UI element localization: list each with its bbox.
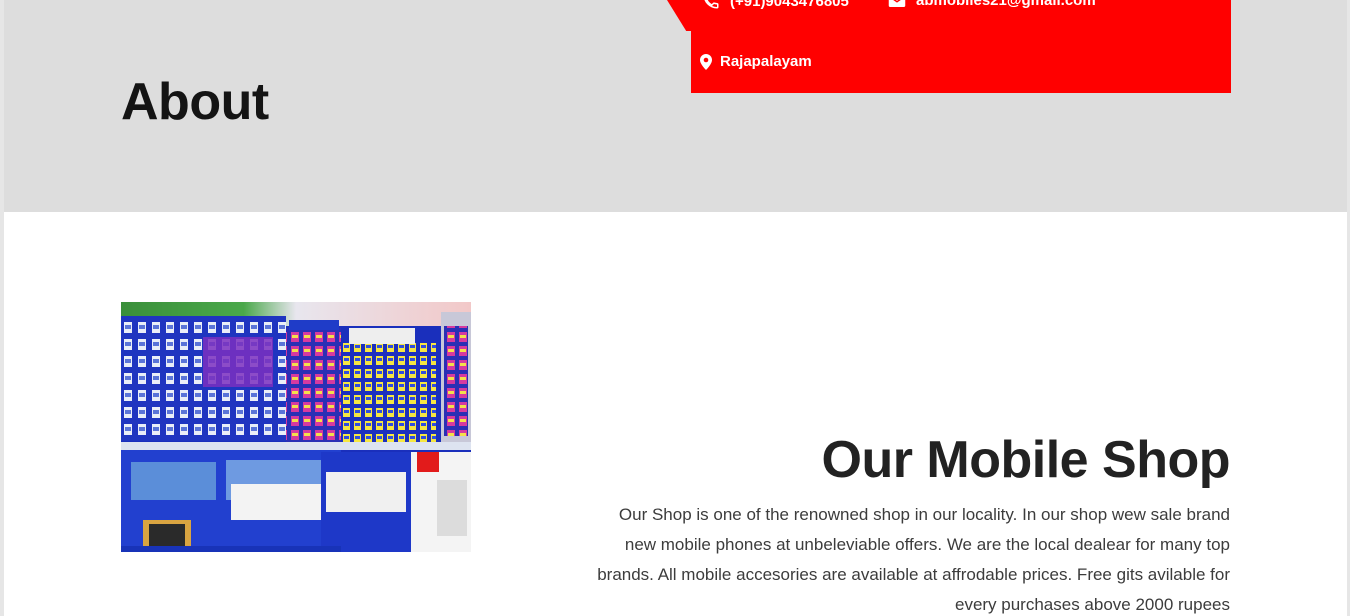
section-description: Our Shop is one of the renowned shop in … bbox=[597, 505, 1230, 614]
page: About (+91)9043476805 abmobiles21@gmail.… bbox=[0, 0, 1350, 616]
contact-info-bar bbox=[691, 0, 1231, 93]
shop-photo-illustration bbox=[121, 302, 471, 552]
contact-location-text: Rajapalayam bbox=[720, 53, 812, 70]
page-title: About bbox=[121, 73, 269, 131]
shop-photo bbox=[121, 302, 471, 552]
contact-email-link[interactable]: abmobiles21@gmail.com bbox=[888, 0, 1096, 9]
section-title: Our Mobile Shop bbox=[821, 431, 1231, 489]
envelope-icon bbox=[888, 0, 906, 9]
map-pin-icon bbox=[700, 53, 712, 70]
contact-location: Rajapalayam bbox=[700, 53, 812, 70]
contact-phone-text: (+91)9043476805 bbox=[730, 0, 849, 10]
contact-phone-link[interactable]: (+91)9043476805 bbox=[702, 0, 849, 10]
contact-email-text: abmobiles21@gmail.com bbox=[916, 0, 1096, 9]
phone-icon bbox=[702, 0, 720, 10]
